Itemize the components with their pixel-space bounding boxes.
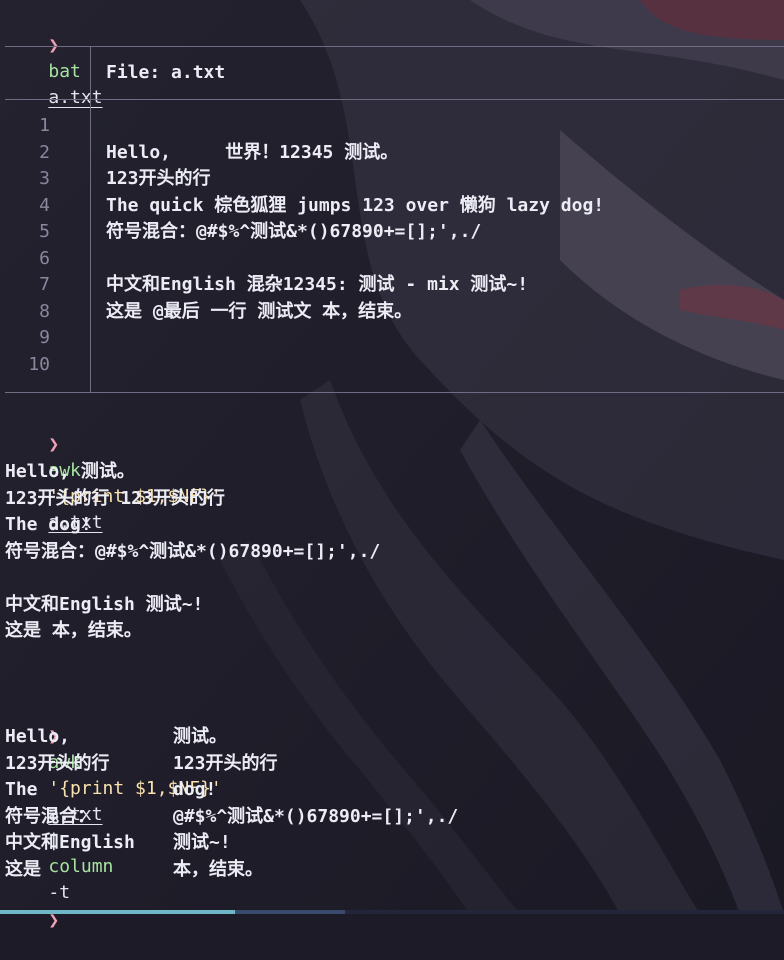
- bat-bottom-rule: [5, 392, 784, 393]
- column-cell-2: 本，结束。: [173, 858, 263, 880]
- line-number: 8: [39, 300, 50, 322]
- prompt-line-awk-column: ❯ awk '{print $1,$NF}' a.txt | column -t: [5, 698, 221, 903]
- status-bar: [0, 910, 784, 914]
- line-number: 10: [28, 353, 50, 375]
- file-line: The quick 棕色狐狸 jumps 123 over 懒狗 lazy do…: [106, 194, 605, 216]
- column-cell-1: 符号混合：: [5, 805, 95, 827]
- file-line: 中文和English 混杂12345: 测试 - mix 测试~!: [106, 274, 529, 295]
- bat-file-name: a.txt: [171, 62, 226, 83]
- line-number: 7: [39, 274, 50, 295]
- prompt-line-bat: ❯ bat a.txt: [5, 7, 102, 108]
- prompt-line-current[interactable]: ❯: [5, 882, 59, 931]
- line-number: 1: [39, 115, 50, 136]
- file-line: 符号混合：@#$%^测试&*()67890+=[];',./: [106, 221, 482, 242]
- file-line: 123开头的行: [106, 168, 211, 189]
- column-cell-2: 123开头的行: [173, 752, 278, 774]
- line-number: 2: [39, 141, 50, 163]
- line-number: 3: [39, 168, 50, 189]
- file-line: 这是 @最后 一行 测试文 本，结束。: [106, 300, 413, 322]
- column-cell-2: @#$%^测试&*()67890+=[];',./: [173, 805, 459, 827]
- line-number: 9: [39, 327, 50, 348]
- column-cell-1: Hello,: [5, 726, 71, 747]
- command-name: bat: [48, 61, 81, 82]
- terminal-window: ❯ bat a.txt File: a.txt 1 2 3 4 5 6 7 8 …: [0, 0, 784, 931]
- column-cell-2: dog!: [173, 779, 217, 800]
- command-argument: a.txt: [48, 87, 103, 108]
- file-line: Hello, 世界！12345 测试。: [106, 141, 399, 163]
- prompt-glyph: ❯: [48, 434, 60, 455]
- output-line: 符号混合：@#$%^测试&*()67890+=[];',./: [5, 540, 381, 562]
- output-line: 这是 本，结束。: [5, 620, 142, 641]
- column-cell-2: 测试。: [173, 726, 227, 747]
- line-number: 4: [39, 194, 50, 216]
- output-line: 中文和English 测试~!: [5, 593, 204, 615]
- prompt-line-awk: ❯ awk '{print $1,$NF}' a.txt: [5, 406, 221, 533]
- column-cell-1: 中文和English: [5, 832, 135, 853]
- command-name-column: column: [48, 856, 114, 877]
- output-line: The dog!: [5, 514, 92, 535]
- column-cell-2: 测试~!: [173, 832, 231, 853]
- bat-file-label: File:: [106, 62, 172, 83]
- bat-header-rule: [5, 99, 784, 100]
- line-number: 5: [39, 221, 50, 242]
- bat-top-rule: [5, 46, 784, 47]
- column-cell-1: 123开头的行: [5, 752, 110, 774]
- bat-file-header: File: a.txt: [106, 60, 225, 86]
- line-number: 6: [39, 247, 50, 269]
- output-line: 123开头的行 123开头的行: [5, 487, 225, 509]
- output-line: Hello, 测试。: [5, 461, 135, 482]
- column-cell-1: 这是: [5, 858, 41, 880]
- column-cell-1: The: [5, 779, 38, 800]
